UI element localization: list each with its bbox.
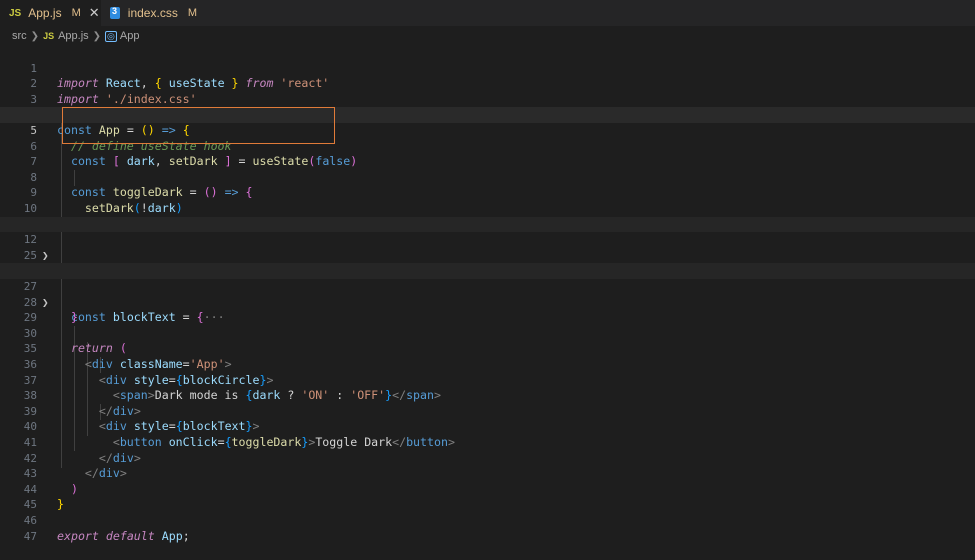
code-line: 37 <span>Dark mode is {dark ? 'ON' : 'OF… bbox=[0, 357, 975, 403]
breadcrumb-symbol[interactable]: App bbox=[120, 30, 140, 42]
line-number: 47 bbox=[23, 529, 37, 543]
code-line: 41 </div> bbox=[0, 419, 975, 465]
breadcrumb-folder[interactable]: src bbox=[12, 30, 27, 42]
js-file-icon: JS bbox=[9, 7, 22, 19]
code-line: 36 <div style={blockCircle}> bbox=[0, 341, 975, 387]
modified-badge: M bbox=[187, 7, 197, 19]
tab-label: index.css bbox=[127, 6, 178, 20]
breadcrumb: src ❯ JS App.js ❯ ◎ App bbox=[0, 26, 975, 46]
breadcrumb-file[interactable]: App.js bbox=[58, 30, 89, 42]
code-line: 30 return ( bbox=[0, 310, 975, 356]
css-file-icon bbox=[110, 6, 120, 19]
code-line: 26 bbox=[0, 248, 975, 277]
code-line: 46 export default App; bbox=[0, 497, 975, 543]
code-editor[interactable]: 1 import React, { useState } from 'react… bbox=[0, 45, 975, 543]
code-line-folded: 27 ❯ const blockText = {··· bbox=[0, 263, 975, 324]
tab-index-css[interactable]: index.css M bbox=[101, 0, 197, 26]
close-icon[interactable]: ✕ bbox=[89, 5, 100, 21]
code-line-folded: 12 ❯ const blockCircle = {··· bbox=[0, 216, 975, 277]
code-line: 42 </div> bbox=[0, 435, 975, 481]
code-line: 35 <div className='App'> bbox=[0, 326, 975, 371]
code-line: 29 bbox=[0, 295, 975, 324]
code-line: 39 <div style={blockText}> bbox=[0, 388, 975, 434]
code-line: 45 bbox=[0, 482, 975, 511]
symbol-icon: ◎ bbox=[105, 30, 117, 42]
code-line: 10 } bbox=[0, 185, 975, 231]
code-line: 8 const toggleDark = () => { bbox=[0, 154, 975, 200]
code-line: 44 } bbox=[0, 466, 975, 512]
code-line: 43 ) bbox=[0, 451, 975, 496]
code-line: 11 bbox=[0, 201, 975, 231]
code-line: 2 import './index.css' bbox=[0, 61, 975, 106]
code-line: 28 } bbox=[0, 279, 975, 325]
code-line: 38 </div> bbox=[0, 373, 975, 418]
code-line: 47 bbox=[0, 513, 975, 543]
code-line: 25 } bbox=[0, 232, 975, 278]
chevron-right-icon: ❯ bbox=[92, 30, 102, 42]
highlight-box bbox=[62, 107, 335, 144]
code-text: export default App; bbox=[57, 528, 190, 543]
chevron-right-icon: ❯ bbox=[30, 30, 40, 42]
code-line: 9 setDark(!dark) bbox=[0, 170, 975, 215]
tab-label: App.js bbox=[28, 6, 62, 20]
tab-bar: JS App.js M ✕ index.css M bbox=[0, 0, 975, 26]
modified-badge: M bbox=[71, 7, 81, 19]
tab-app-js[interactable]: JS App.js M ✕ bbox=[0, 0, 101, 26]
js-file-icon: JS bbox=[43, 31, 55, 41]
code-line: 3 bbox=[0, 76, 975, 106]
code-line: 40 <button onClick={toggleDark}>Toggle D… bbox=[0, 404, 975, 449]
code-line: 1 import React, { useState } from 'react… bbox=[0, 45, 975, 91]
code-line: 4 const App = () => { bbox=[0, 92, 975, 137]
